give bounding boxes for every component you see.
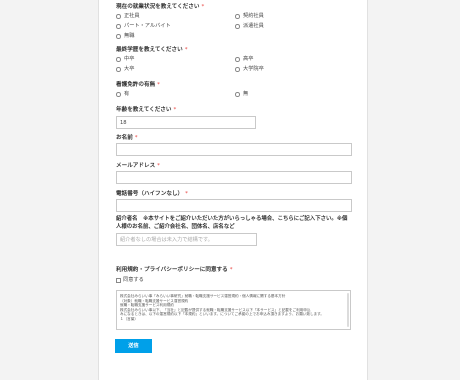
submit-button[interactable]: 送信 — [115, 339, 152, 353]
phone-label-text: 電話番号（ハイフンなし） — [116, 191, 184, 197]
radio-label: 派遣社員 — [243, 23, 264, 29]
required-mark: * — [201, 4, 205, 10]
radio-label: 中卒 — [124, 56, 135, 62]
referral-note: 紹介者名 ※本サイトをご紹介いただいた方がいらっしゃる場合、こちらにご記入下さい… — [116, 216, 348, 230]
email-input[interactable] — [116, 171, 352, 184]
radio-circle[interactable] — [116, 67, 121, 72]
age-label-text: 年齢を教えてください — [116, 107, 172, 113]
employment-question-label: 現在の就業状況を教えてください * — [116, 4, 204, 11]
nursing-license-question-label: 看護免許の有無 * — [116, 82, 160, 89]
radio-circle[interactable] — [235, 24, 240, 29]
age-input[interactable]: 18 — [116, 116, 256, 129]
phone-question-label: 電話番号（ハイフンなし） * — [116, 191, 188, 198]
name-question-label: お名前 * — [116, 135, 138, 142]
employment-label-text: 現在の就業状況を教えてください — [116, 4, 200, 10]
radio-circle[interactable] — [116, 57, 121, 62]
radio-label: 高卒 — [243, 56, 254, 62]
terms-textarea[interactable]: 株式会社みらいい事「みらいい事研究」就職・転職支援サービス運営規約・個人情報に関… — [116, 290, 351, 330]
radio-label: 有 — [124, 91, 130, 97]
terms-scrollbar[interactable] — [347, 293, 349, 327]
radio-circle[interactable] — [235, 57, 240, 62]
radio-label: 無職 — [124, 33, 135, 39]
radio-circle[interactable] — [116, 14, 121, 19]
required-mark: * — [173, 107, 177, 113]
required-mark: * — [157, 82, 160, 88]
required-mark: * — [229, 267, 233, 273]
radio-label: 大学院卒 — [243, 66, 264, 72]
required-mark: * — [185, 191, 188, 197]
radio-label: 契約社員 — [243, 13, 264, 19]
radio-circle[interactable] — [116, 24, 121, 29]
radio-circle[interactable] — [235, 67, 240, 72]
radio-circle[interactable] — [116, 34, 121, 39]
education-question-label: 最終学歴を教えてください * — [116, 47, 187, 54]
consent-checkbox[interactable] — [116, 278, 121, 283]
nursing-license-label-text: 看護免許の有無 — [116, 82, 156, 88]
education-label-text: 最終学歴を教えてください — [116, 47, 183, 53]
radio-circle[interactable] — [235, 92, 240, 97]
radio-label: 正社員 — [124, 13, 140, 19]
radio-circle[interactable] — [235, 14, 240, 19]
required-mark: * — [184, 47, 188, 53]
age-question-label: 年齢を教えてください * — [116, 107, 176, 114]
radio-label: 大卒 — [124, 66, 135, 72]
consent-question-label: 利用規約・プライバシーポリシーに同意する * — [116, 267, 233, 274]
phone-input[interactable] — [116, 199, 352, 212]
radio-circle[interactable] — [116, 92, 121, 97]
required-mark: * — [134, 135, 138, 141]
email-question-label: メールアドレス * — [116, 163, 160, 170]
required-mark: * — [157, 163, 160, 169]
terms-line: １（言葉） — [120, 316, 138, 321]
referral-input[interactable]: 紹介者なしの場合は未入力で結構です。 — [116, 233, 257, 246]
name-label-text: お名前 — [116, 135, 133, 141]
email-label-text: メールアドレス — [116, 163, 156, 169]
terms-line: みになるときは、以下の運営規約以下「本規約」といいます。についてご承諾の上でお申… — [120, 312, 325, 317]
radio-label: 無 — [243, 91, 249, 97]
consent-label-text: 利用規約・プライバシーポリシーに同意する — [116, 267, 228, 273]
name-input[interactable] — [116, 143, 352, 156]
radio-label: パート・アルバイト — [124, 23, 171, 29]
consent-checkbox-label[interactable]: 同意する — [123, 276, 144, 283]
